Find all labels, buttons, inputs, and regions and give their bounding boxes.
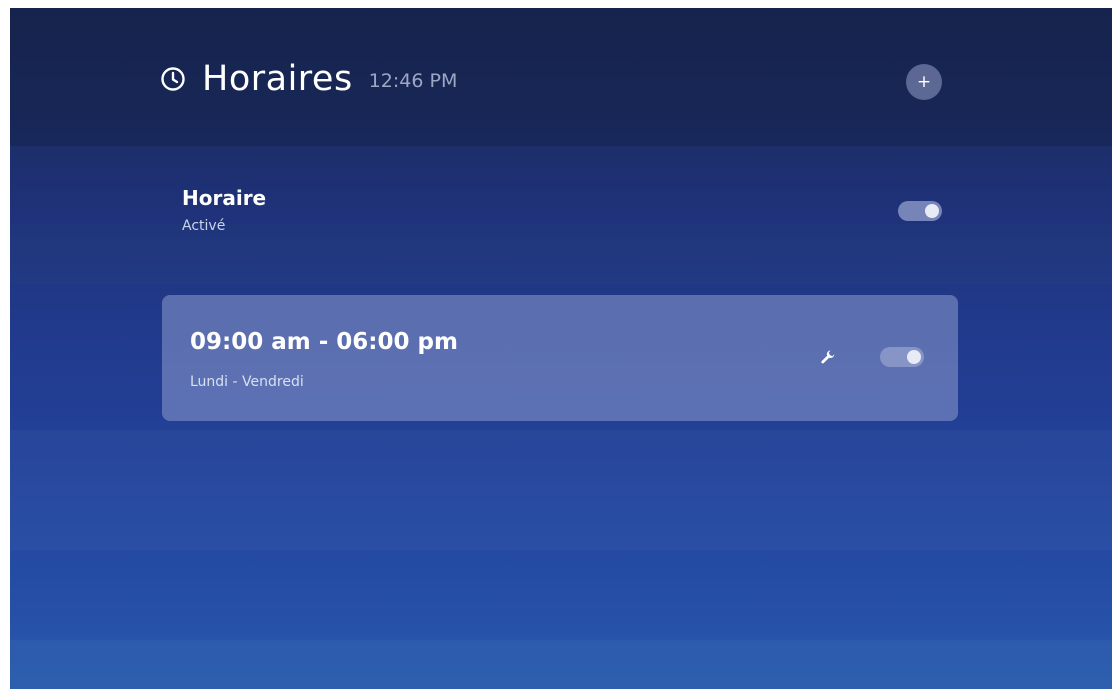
current-time: 12:46 PM <box>368 70 458 92</box>
schedule-time-range: 09:00 am - 06:00 pm <box>190 329 458 355</box>
page-header: Horaires 12:46 PM <box>160 54 457 104</box>
page-title: Horaires <box>202 59 353 99</box>
master-schedule-toggle[interactable] <box>898 201 942 221</box>
schedule-card[interactable]: 09:00 am - 06:00 pm Lundi - Vendredi <box>162 295 958 421</box>
schedule-days: Lundi - Vendredi <box>190 374 304 390</box>
master-schedule-row: Horaire Activé <box>182 186 266 234</box>
add-schedule-button[interactable]: + <box>906 64 942 100</box>
background-band <box>10 430 1112 550</box>
plus-icon: + <box>916 72 932 92</box>
schedules-screen: Horaires 12:46 PM + Horaire Activé 09:00… <box>10 8 1112 689</box>
toggle-knob <box>907 350 921 364</box>
toggle-knob <box>925 204 939 218</box>
background-band <box>10 224 1112 284</box>
master-schedule-status: Activé <box>182 218 226 234</box>
schedule-toggle[interactable] <box>880 347 924 367</box>
master-schedule-title: Horaire <box>182 186 267 210</box>
background-band <box>10 640 1112 689</box>
wrench-icon[interactable] <box>820 349 836 365</box>
clock-icon <box>160 66 186 92</box>
